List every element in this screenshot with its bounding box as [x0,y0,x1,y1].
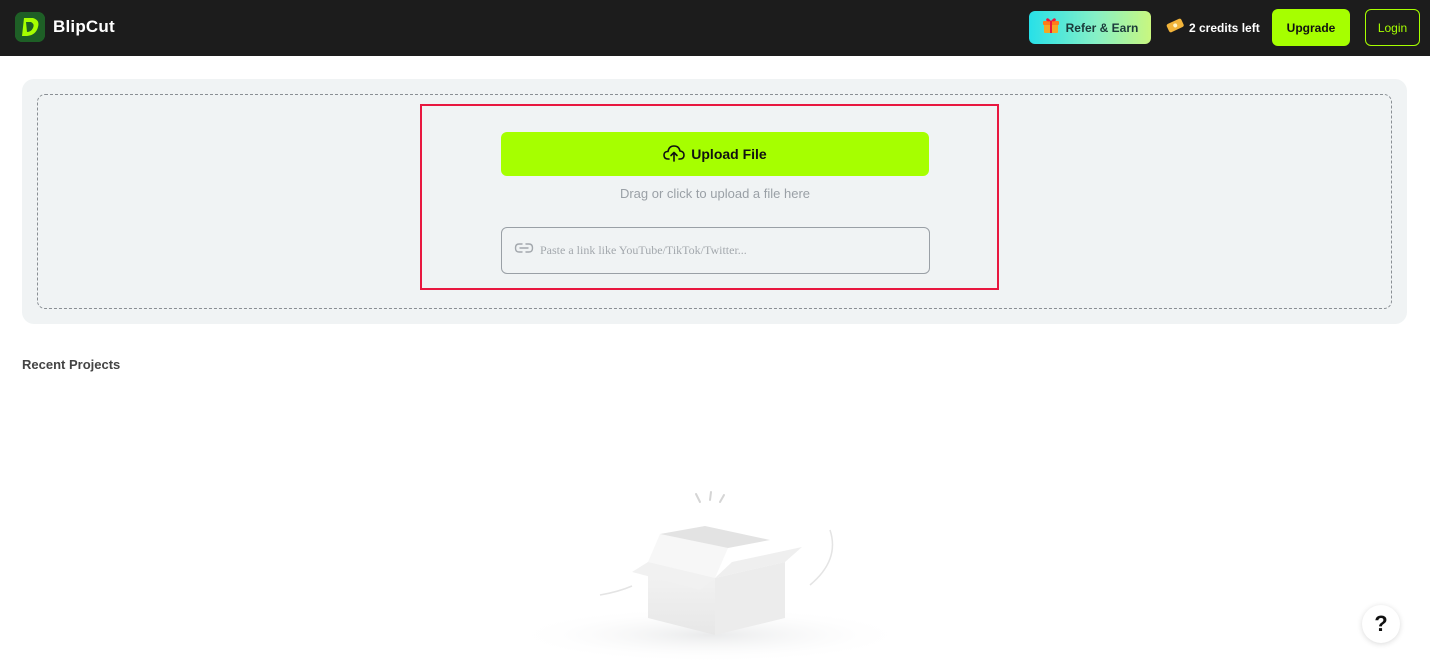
upload-file-button[interactable]: Upload File [501,132,929,176]
help-button[interactable]: ? [1362,605,1400,643]
upgrade-label: Upgrade [1286,20,1336,35]
cloud-upload-icon [663,144,686,165]
link-url-input[interactable] [540,235,920,266]
credits-label: 2 credits left [1189,20,1260,35]
drop-zone[interactable]: Upload File Drag or click to upload a fi… [37,94,1392,309]
blipcut-logo-icon [15,12,45,42]
help-label: ? [1374,611,1388,636]
login-button[interactable]: Login [1365,9,1420,46]
gift-icon [1042,16,1060,39]
empty-box-icon [500,490,920,665]
brand[interactable]: BlipCut [15,12,115,42]
recent-projects-title: Recent Projects [22,357,121,372]
link-input-container[interactable] [501,227,930,274]
brand-name: BlipCut [53,17,115,36]
upload-file-label: Upload File [691,146,767,162]
ticket-icon [1166,17,1184,38]
top-bar: BlipCut Refer & Earn 2 credits left Upgr… [0,0,1430,56]
credits-indicator: 2 credits left [1166,17,1260,38]
refer-earn-button[interactable]: Refer & Earn [1029,11,1151,44]
refer-earn-label: Refer & Earn [1065,20,1139,35]
drag-hint: Drag or click to upload a file here [619,186,811,201]
upload-panel: Upload File Drag or click to upload a fi… [22,79,1407,324]
upgrade-button[interactable]: Upgrade [1272,9,1350,46]
upload-highlight-box: Upload File Drag or click to upload a fi… [420,104,999,290]
login-label: Login [1377,20,1408,35]
link-icon [514,241,534,260]
